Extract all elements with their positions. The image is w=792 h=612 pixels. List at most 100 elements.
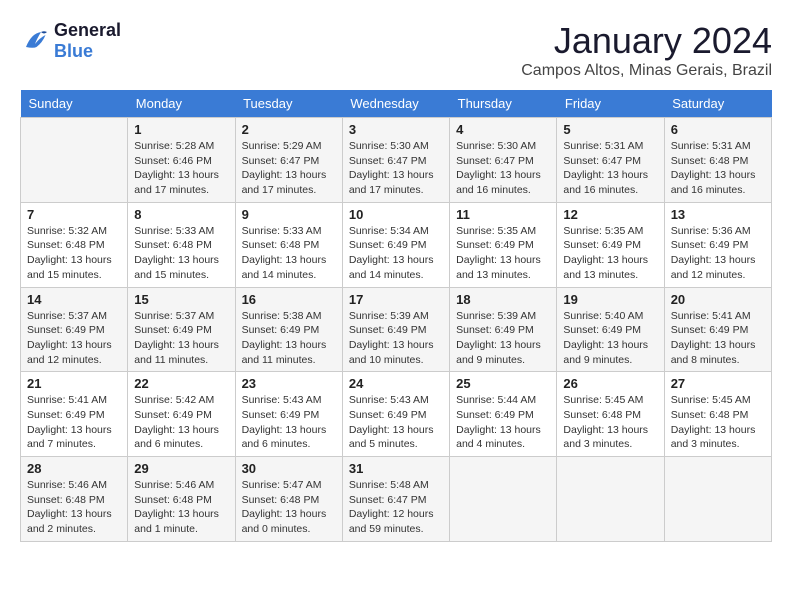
page-title: January 2024: [521, 20, 772, 62]
calendar-cell: [21, 118, 128, 203]
calendar-cell: 17 Sunrise: 5:39 AM Sunset: 6:49 PM Dayli…: [342, 287, 449, 372]
day-of-week-header: Thursday: [450, 90, 557, 118]
calendar-cell: 28 Sunrise: 5:46 AM Sunset: 6:48 PM Dayli…: [21, 457, 128, 542]
day-info: Sunrise: 5:48 AM Sunset: 6:47 PM Dayligh…: [349, 478, 443, 537]
title-block: January 2024 Campos Altos, Minas Gerais,…: [521, 20, 772, 80]
day-info: Sunrise: 5:45 AM Sunset: 6:48 PM Dayligh…: [563, 393, 657, 452]
calendar-cell: 12 Sunrise: 5:35 AM Sunset: 6:49 PM Dayli…: [557, 202, 664, 287]
calendar-cell: 25 Sunrise: 5:44 AM Sunset: 6:49 PM Dayli…: [450, 372, 557, 457]
page-subtitle: Campos Altos, Minas Gerais, Brazil: [521, 62, 772, 80]
calendar-cell: 21 Sunrise: 5:41 AM Sunset: 6:49 PM Dayli…: [21, 372, 128, 457]
calendar-cell: 29Sunrise: 5:46 AM Sunset: 6:48 PM Dayli…: [128, 457, 235, 542]
calendar-cell: 18Sunrise: 5:39 AM Sunset: 6:49 PM Dayli…: [450, 287, 557, 372]
day-info: Sunrise: 5:35 AM Sunset: 6:49 PM Dayligh…: [563, 224, 657, 283]
calendar-week-row: 28 Sunrise: 5:46 AM Sunset: 6:48 PM Dayli…: [21, 457, 772, 542]
day-of-week-header: Friday: [557, 90, 664, 118]
day-number: 28: [27, 461, 121, 476]
day-number: 7: [27, 207, 121, 222]
calendar-cell: 11 Sunrise: 5:35 AM Sunset: 6:49 PM Dayli…: [450, 202, 557, 287]
day-number: 10: [349, 207, 443, 222]
calendar-week-row: 14 Sunrise: 5:37 AM Sunset: 6:49 PM Dayli…: [21, 287, 772, 372]
day-of-week-header: Tuesday: [235, 90, 342, 118]
day-number: 31: [349, 461, 443, 476]
day-info: Sunrise: 5:30 AM Sunset: 6:47 PM Dayligh…: [456, 139, 550, 198]
calendar-cell: 16Sunrise: 5:38 AM Sunset: 6:49 PM Dayli…: [235, 287, 342, 372]
logo-icon: [20, 26, 50, 56]
calendar-header-row: SundayMondayTuesdayWednesdayThursdayFrid…: [21, 90, 772, 118]
day-number: 2: [242, 122, 336, 137]
day-info: Sunrise: 5:33 AM Sunset: 6:48 PM Dayligh…: [242, 224, 336, 283]
calendar-cell: 24 Sunrise: 5:43 AM Sunset: 6:49 PM Dayli…: [342, 372, 449, 457]
day-info: Sunrise: 5:45 AM Sunset: 6:48 PM Dayligh…: [671, 393, 765, 452]
calendar-cell: 7 Sunrise: 5:32 AM Sunset: 6:48 PM Daylig…: [21, 202, 128, 287]
day-info: Sunrise: 5:47 AM Sunset: 6:48 PM Dayligh…: [242, 478, 336, 537]
calendar-cell: 15 Sunrise: 5:37 AM Sunset: 6:49 PM Dayli…: [128, 287, 235, 372]
day-info: Sunrise: 5:39 AM Sunset: 6:49 PM Dayligh…: [349, 309, 443, 368]
calendar-cell: 26 Sunrise: 5:45 AM Sunset: 6:48 PM Dayli…: [557, 372, 664, 457]
day-info: Sunrise: 5:31 AM Sunset: 6:48 PM Dayligh…: [671, 139, 765, 198]
day-info: Sunrise: 5:43 AM Sunset: 6:49 PM Dayligh…: [242, 393, 336, 452]
calendar-cell: 2Sunrise: 5:29 AM Sunset: 6:47 PM Daylig…: [235, 118, 342, 203]
day-info: Sunrise: 5:31 AM Sunset: 6:47 PM Dayligh…: [563, 139, 657, 198]
day-number: 26: [563, 376, 657, 391]
day-number: 15: [134, 292, 228, 307]
day-info: Sunrise: 5:41 AM Sunset: 6:49 PM Dayligh…: [27, 393, 121, 452]
day-number: 21: [27, 376, 121, 391]
calendar-cell: [557, 457, 664, 542]
calendar-cell: 5 Sunrise: 5:31 AM Sunset: 6:47 PM Daylig…: [557, 118, 664, 203]
day-info: Sunrise: 5:46 AM Sunset: 6:48 PM Dayligh…: [27, 478, 121, 537]
day-number: 16: [242, 292, 336, 307]
logo: General Blue: [20, 20, 121, 62]
calendar-week-row: 1Sunrise: 5:28 AM Sunset: 6:46 PM Daylig…: [21, 118, 772, 203]
day-number: 9: [242, 207, 336, 222]
day-info: Sunrise: 5:43 AM Sunset: 6:49 PM Dayligh…: [349, 393, 443, 452]
calendar-cell: 6Sunrise: 5:31 AM Sunset: 6:48 PM Daylig…: [664, 118, 771, 203]
day-number: 13: [671, 207, 765, 222]
calendar-cell: [450, 457, 557, 542]
calendar-cell: 20 Sunrise: 5:41 AM Sunset: 6:49 PM Dayli…: [664, 287, 771, 372]
day-number: 30: [242, 461, 336, 476]
page-header: General Blue January 2024 Campos Altos, …: [20, 20, 772, 80]
day-number: 1: [134, 122, 228, 137]
day-of-week-header: Saturday: [664, 90, 771, 118]
day-number: 24: [349, 376, 443, 391]
day-info: Sunrise: 5:42 AM Sunset: 6:49 PM Dayligh…: [134, 393, 228, 452]
day-number: 20: [671, 292, 765, 307]
day-number: 27: [671, 376, 765, 391]
calendar-week-row: 7 Sunrise: 5:32 AM Sunset: 6:48 PM Daylig…: [21, 202, 772, 287]
day-number: 25: [456, 376, 550, 391]
day-info: Sunrise: 5:35 AM Sunset: 6:49 PM Dayligh…: [456, 224, 550, 283]
day-number: 5: [563, 122, 657, 137]
calendar-cell: [664, 457, 771, 542]
day-number: 19: [563, 292, 657, 307]
calendar-cell: 30 Sunrise: 5:47 AM Sunset: 6:48 PM Dayli…: [235, 457, 342, 542]
day-number: 11: [456, 207, 550, 222]
calendar-cell: 14 Sunrise: 5:37 AM Sunset: 6:49 PM Dayli…: [21, 287, 128, 372]
calendar-cell: 19 Sunrise: 5:40 AM Sunset: 6:49 PM Dayli…: [557, 287, 664, 372]
day-of-week-header: Wednesday: [342, 90, 449, 118]
day-info: Sunrise: 5:32 AM Sunset: 6:48 PM Dayligh…: [27, 224, 121, 283]
day-info: Sunrise: 5:44 AM Sunset: 6:49 PM Dayligh…: [456, 393, 550, 452]
day-info: Sunrise: 5:40 AM Sunset: 6:49 PM Dayligh…: [563, 309, 657, 368]
day-number: 14: [27, 292, 121, 307]
calendar-cell: 8Sunrise: 5:33 AM Sunset: 6:48 PM Daylig…: [128, 202, 235, 287]
day-number: 23: [242, 376, 336, 391]
calendar-week-row: 21 Sunrise: 5:41 AM Sunset: 6:49 PM Dayli…: [21, 372, 772, 457]
calendar-cell: 31 Sunrise: 5:48 AM Sunset: 6:47 PM Dayli…: [342, 457, 449, 542]
day-number: 4: [456, 122, 550, 137]
day-of-week-header: Sunday: [21, 90, 128, 118]
day-info: Sunrise: 5:37 AM Sunset: 6:49 PM Dayligh…: [27, 309, 121, 368]
calendar-cell: 4 Sunrise: 5:30 AM Sunset: 6:47 PM Daylig…: [450, 118, 557, 203]
calendar-cell: 9 Sunrise: 5:33 AM Sunset: 6:48 PM Daylig…: [235, 202, 342, 287]
day-number: 18: [456, 292, 550, 307]
calendar-cell: 27 Sunrise: 5:45 AM Sunset: 6:48 PM Dayli…: [664, 372, 771, 457]
calendar-table: SundayMondayTuesdayWednesdayThursdayFrid…: [20, 90, 772, 542]
day-info: Sunrise: 5:46 AM Sunset: 6:48 PM Dayligh…: [134, 478, 228, 537]
day-info: Sunrise: 5:33 AM Sunset: 6:48 PM Dayligh…: [134, 224, 228, 283]
day-info: Sunrise: 5:37 AM Sunset: 6:49 PM Dayligh…: [134, 309, 228, 368]
day-info: Sunrise: 5:41 AM Sunset: 6:49 PM Dayligh…: [671, 309, 765, 368]
day-number: 17: [349, 292, 443, 307]
logo-text: General Blue: [54, 20, 121, 62]
calendar-cell: 10Sunrise: 5:34 AM Sunset: 6:49 PM Dayli…: [342, 202, 449, 287]
day-number: 12: [563, 207, 657, 222]
